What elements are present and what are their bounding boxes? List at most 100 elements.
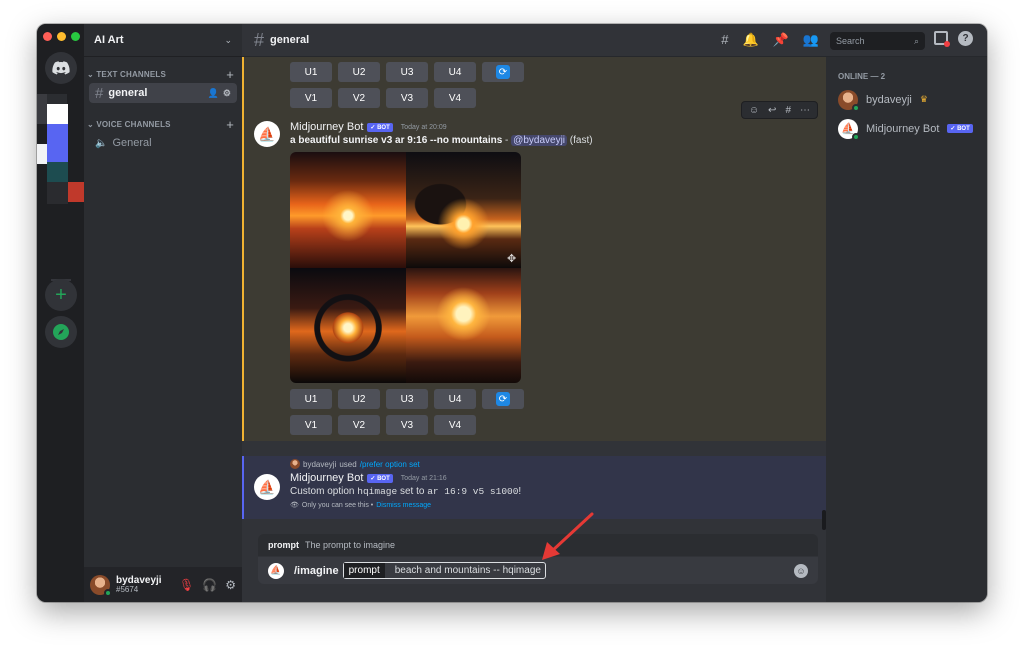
badge-label: BOT <box>377 124 390 131</box>
create-channel-plus-icon[interactable]: + <box>226 117 234 132</box>
thread-icon[interactable]: # <box>785 105 791 116</box>
text-segment: set to <box>397 486 428 497</box>
reply-reference: bydaveyji used /prefer option set <box>244 459 826 469</box>
zoom-window-button[interactable] <box>71 32 80 41</box>
threads-icon[interactable]: # <box>721 32 728 48</box>
search-input[interactable]: Search ⌕ <box>830 32 925 50</box>
headphones-icon[interactable]: 🎧 <box>202 578 217 592</box>
window-controls <box>43 32 80 41</box>
move-icon: ✥ <box>507 253 517 265</box>
username: bydaveyji <box>116 574 162 586</box>
pin-icon[interactable]: 📌 <box>773 32 789 48</box>
create-channel-plus-icon[interactable]: + <box>226 67 234 82</box>
message-content: a beautiful sunrise v3 ar 9:16 --no moun… <box>290 135 826 146</box>
gear-icon[interactable]: ⚙ <box>223 88 231 99</box>
author-name[interactable]: Midjourney Bot <box>290 472 363 484</box>
image-tile[interactable] <box>405 267 521 383</box>
variation-button-row: V1 V2 V3 V4 <box>244 88 826 108</box>
ephemeral-note: 👁 Only you can see this • Dismiss messag… <box>290 501 826 510</box>
image-tile[interactable] <box>290 267 406 383</box>
reply-user[interactable]: bydaveyji <box>303 460 336 469</box>
member-item[interactable]: bydaveyji ♛ <box>826 85 987 114</box>
u2-button[interactable]: U2 <box>338 389 380 409</box>
server-header[interactable]: AI Art ⌄ <box>84 24 242 57</box>
reroll-button[interactable]: ⟳ <box>482 62 524 82</box>
bot-avatar[interactable]: ⛵ <box>254 121 280 147</box>
refresh-icon: ⟳ <box>496 392 510 406</box>
upscale-button-row: U1 U2 U3 U4 ⟳ <box>290 389 826 409</box>
category-label: VOICE CHANNELS <box>96 119 171 129</box>
reroll-button[interactable]: ⟳ <box>482 389 524 409</box>
bot-avatar[interactable]: ⛵ <box>254 474 280 500</box>
gear-icon[interactable]: ⚙ <box>225 578 236 592</box>
close-window-button[interactable] <box>43 32 52 41</box>
channel-label: General <box>112 137 152 149</box>
image-grid[interactable]: ✥ <box>290 152 521 383</box>
chat-message: ⛵ Midjourney Bot ✓ BOT Today at 20:09 a … <box>244 121 826 435</box>
user-mention[interactable]: @bydaveyji <box>511 135 568 146</box>
v1-button[interactable]: V1 <box>290 415 332 435</box>
minimize-window-button[interactable] <box>57 32 66 41</box>
bot-message-highlight: ☺ ↩ # ⋯ ⛵ Midjourney Bot ✓ BOT Today at … <box>242 101 826 441</box>
message-composer[interactable]: ⛵ /imagine prompt beach and mountains --… <box>258 557 818 584</box>
variation-button-row: V1 V2 V3 V4 <box>290 415 826 435</box>
u3-button[interactable]: U3 <box>386 389 428 409</box>
online-status-icon <box>852 103 860 112</box>
emoji-icon[interactable]: ☺ <box>794 563 808 578</box>
command-option-hint: prompt The prompt to imagine <box>258 534 818 556</box>
header-right-icons: ? <box>934 31 973 47</box>
reply-icon[interactable]: ↩ <box>768 105 776 116</box>
command-option-input[interactable]: prompt beach and mountains -- hqimage <box>342 562 546 579</box>
v2-button[interactable]: V2 <box>338 415 380 435</box>
members-icon[interactable]: 👥 <box>803 32 819 48</box>
u1-button[interactable]: U1 <box>290 389 332 409</box>
server-icons-strip[interactable] <box>37 94 84 244</box>
inline-code: hqimage <box>357 486 398 497</box>
upscale-button-row: U1 U2 U3 U4 ⟳ <box>244 62 826 82</box>
online-status-icon <box>852 132 860 141</box>
u2-button[interactable]: U2 <box>338 62 380 82</box>
v3-button[interactable]: V3 <box>386 88 428 108</box>
reply-used-text: used <box>339 459 357 469</box>
v4-button[interactable]: V4 <box>434 415 476 435</box>
u3-button[interactable]: U3 <box>386 62 428 82</box>
channel-general[interactable]: # general 👤 ⚙ <box>89 83 237 103</box>
v3-button[interactable]: V3 <box>386 415 428 435</box>
explore-servers-button[interactable] <box>45 316 77 348</box>
timestamp: Today at 21:16 <box>400 474 447 482</box>
u1-button[interactable]: U1 <box>290 62 332 82</box>
image-tile[interactable] <box>405 152 521 268</box>
image-tile[interactable] <box>290 152 406 268</box>
avatar[interactable] <box>90 574 112 597</box>
mute-mic-icon[interactable]: 🎙 <box>179 578 194 592</box>
avatar: ⛵ <box>838 118 860 141</box>
category-voice-channels[interactable]: ⌄ VOICE CHANNELS + <box>84 117 242 132</box>
author-name[interactable]: Midjourney Bot <box>290 121 363 133</box>
dismiss-message-link[interactable]: Dismiss message <box>376 502 431 509</box>
category-text-channels[interactable]: ⌄ TEXT CHANNELS + <box>84 67 242 82</box>
voice-channel-general[interactable]: 🔈 General <box>89 133 237 153</box>
sailboat-icon: ⛵ <box>258 478 276 495</box>
v1-button[interactable]: V1 <box>290 88 332 108</box>
add-server-button[interactable]: + <box>45 279 77 311</box>
u4-button[interactable]: U4 <box>434 62 476 82</box>
v2-button[interactable]: V2 <box>338 88 380 108</box>
text-segment: ! <box>518 486 522 497</box>
v4-button[interactable]: V4 <box>434 88 476 108</box>
ephemeral-text: Only you can see this • <box>301 501 374 509</box>
help-icon[interactable]: ? <box>958 31 973 46</box>
add-reaction-icon[interactable]: ☺ <box>749 105 759 116</box>
inbox-icon[interactable] <box>934 31 950 47</box>
u4-button[interactable]: U4 <box>434 389 476 409</box>
message-content: Custom option hqimage set to ar 16:9 v5 … <box>290 486 826 497</box>
invite-member-icon[interactable]: 👤 <box>208 88 219 99</box>
bell-icon[interactable]: 🔔 <box>742 32 758 48</box>
reply-command[interactable]: /prefer option set <box>360 460 420 469</box>
channel-title: general <box>270 34 310 46</box>
channel-sidebar: AI Art ⌄ ⌄ TEXT CHANNELS + # general 👤 ⚙… <box>84 24 242 602</box>
more-icon[interactable]: ⋯ <box>800 105 810 116</box>
member-item[interactable]: ⛵ Midjourney Bot ✓ BOT <box>826 114 987 143</box>
hash-icon: # <box>95 84 104 102</box>
option-value[interactable]: beach and mountains -- hqimage <box>385 565 545 576</box>
discord-home-button[interactable] <box>45 52 77 84</box>
